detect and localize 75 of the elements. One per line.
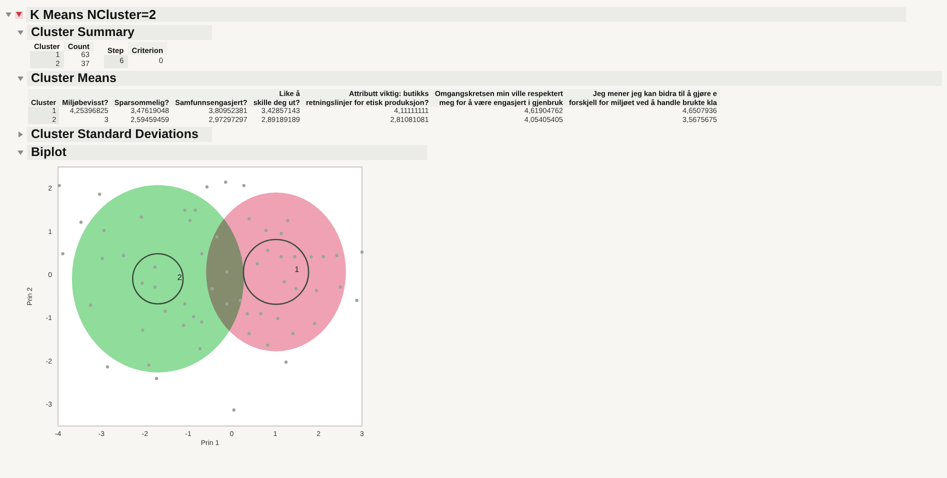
point bbox=[294, 287, 298, 290]
collapsed-triangle-icon[interactable] bbox=[17, 131, 24, 138]
point bbox=[335, 254, 338, 258]
point bbox=[264, 228, 268, 232]
point bbox=[280, 232, 283, 236]
expanded-triangle-icon[interactable] bbox=[5, 11, 12, 18]
point bbox=[246, 312, 249, 316]
point bbox=[286, 218, 290, 222]
point bbox=[88, 304, 92, 307]
cluster-circle bbox=[132, 253, 184, 304]
point bbox=[194, 208, 197, 212]
point bbox=[313, 322, 316, 326]
point bbox=[141, 328, 144, 332]
point bbox=[188, 218, 192, 222]
point bbox=[58, 184, 61, 188]
point bbox=[266, 344, 270, 347]
point bbox=[192, 315, 196, 318]
point bbox=[200, 320, 204, 324]
point bbox=[266, 248, 270, 252]
section-header[interactable]: Cluster Standard Deviations bbox=[27, 127, 212, 142]
point bbox=[310, 255, 313, 258]
point bbox=[200, 252, 204, 256]
point bbox=[61, 252, 64, 256]
point bbox=[182, 324, 186, 328]
section-header[interactable]: Biplot bbox=[27, 145, 427, 160]
point bbox=[247, 217, 251, 220]
point bbox=[224, 180, 228, 184]
point bbox=[153, 266, 156, 269]
point bbox=[79, 220, 83, 224]
point bbox=[238, 298, 242, 302]
point bbox=[122, 254, 126, 258]
point bbox=[242, 184, 246, 188]
point bbox=[100, 256, 104, 260]
point bbox=[210, 287, 214, 290]
point bbox=[355, 298, 358, 302]
point bbox=[293, 255, 296, 258]
point bbox=[314, 288, 318, 292]
point bbox=[338, 285, 342, 289]
cluster-label: 2 bbox=[177, 273, 182, 282]
point bbox=[98, 192, 102, 196]
point bbox=[183, 302, 186, 306]
expanded-triangle-icon[interactable] bbox=[17, 75, 24, 82]
point bbox=[360, 250, 364, 254]
cluster-circle bbox=[242, 238, 310, 305]
point bbox=[225, 270, 229, 274]
point bbox=[232, 408, 236, 412]
point bbox=[140, 282, 144, 285]
point bbox=[183, 208, 186, 212]
point bbox=[164, 310, 167, 313]
point bbox=[106, 365, 110, 368]
point bbox=[276, 316, 280, 320]
point bbox=[247, 332, 251, 336]
hotspot-menu-icon[interactable] bbox=[15, 10, 23, 18]
expanded-triangle-icon[interactable] bbox=[17, 149, 24, 156]
cluster-label: 1 bbox=[294, 264, 300, 274]
point bbox=[256, 262, 259, 266]
point bbox=[280, 255, 283, 258]
point bbox=[225, 302, 229, 306]
point bbox=[259, 312, 262, 316]
section-header[interactable]: Cluster Summary bbox=[27, 25, 212, 40]
point bbox=[291, 332, 295, 336]
point bbox=[198, 347, 202, 350]
section-header[interactable]: Cluster Means bbox=[27, 71, 942, 86]
point bbox=[284, 360, 288, 364]
point bbox=[153, 285, 156, 289]
point bbox=[282, 280, 286, 284]
point bbox=[322, 255, 325, 258]
point bbox=[154, 376, 158, 380]
point bbox=[215, 235, 219, 239]
section-header[interactable]: K Means NCluster=2 bbox=[26, 7, 906, 22]
point bbox=[140, 215, 143, 219]
point bbox=[205, 185, 209, 188]
point bbox=[147, 364, 150, 367]
point bbox=[102, 228, 106, 232]
expanded-triangle-icon[interactable] bbox=[17, 29, 24, 36]
